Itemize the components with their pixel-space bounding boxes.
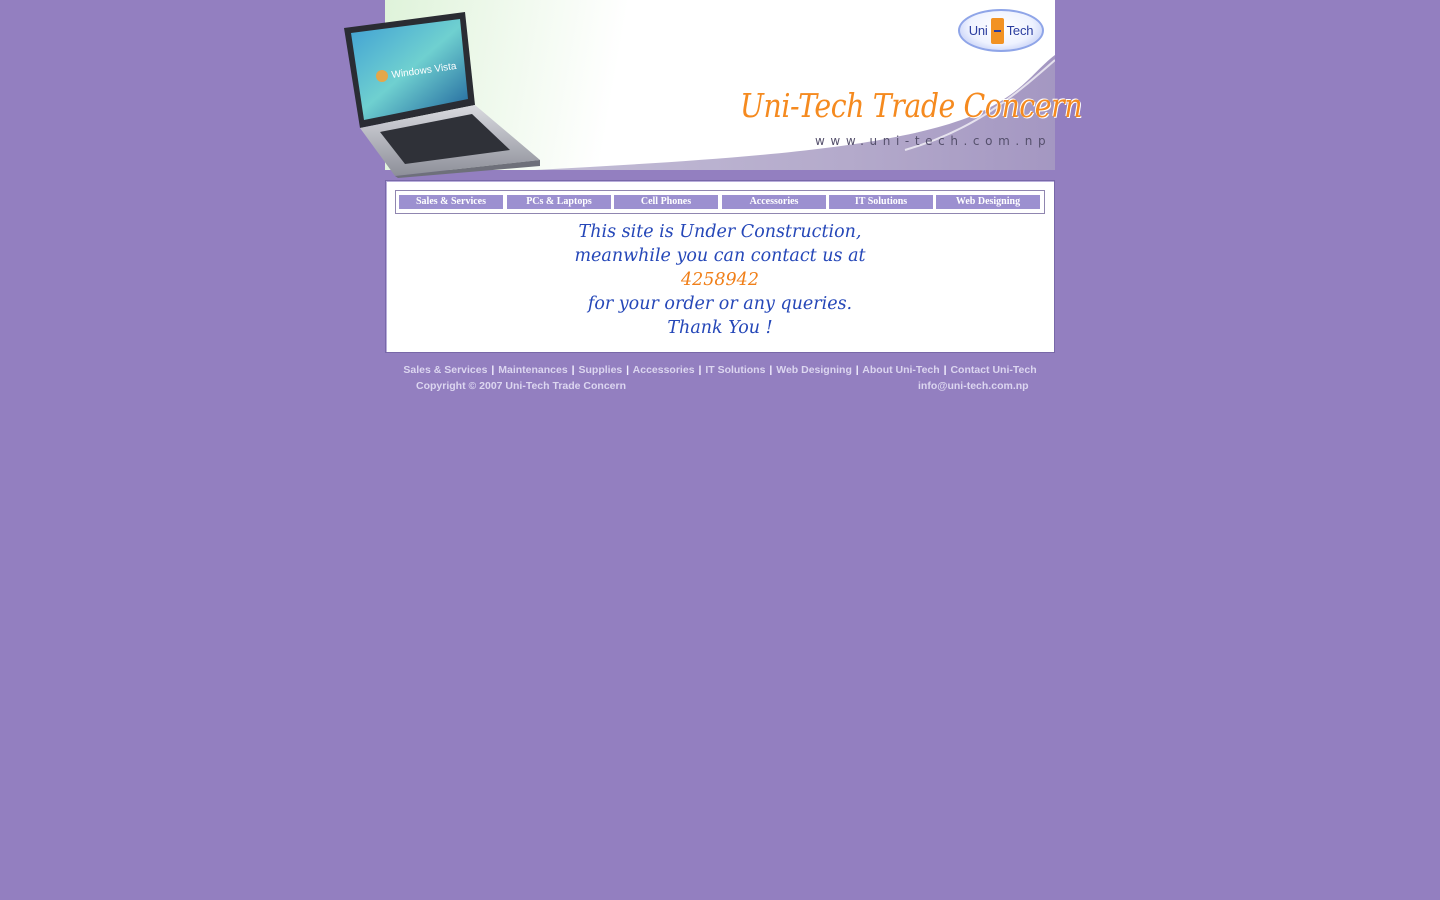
footer-link-web-designing[interactable]: Web Designing <box>776 364 852 376</box>
footer-separator: | <box>571 364 575 376</box>
logo-text-uni: Uni <box>968 23 988 38</box>
footer-link-it-solutions[interactable]: IT Solutions <box>705 364 765 376</box>
message-line-2: meanwhile you can contact us at <box>574 246 866 266</box>
uni-tech-logo[interactable]: Uni Tech <box>958 9 1044 52</box>
footer-separator: | <box>769 364 773 376</box>
footer-link-maintenances[interactable]: Maintenances <box>498 364 567 376</box>
under-construction-message: This site is Under Construction, meanwhi… <box>560 220 880 340</box>
nav-sales-services[interactable]: Sales & Services <box>399 195 503 209</box>
nav-cell-phones[interactable]: Cell Phones <box>614 195 718 209</box>
message-line-3: for your order or any queries. <box>587 294 853 314</box>
nav-web-designing[interactable]: Web Designing <box>936 195 1040 209</box>
footer-separator: | <box>943 364 947 376</box>
message-line-1: This site is Under Construction, <box>578 222 862 242</box>
footer-separator: | <box>698 364 702 376</box>
footer-link-about[interactable]: About Uni-Tech <box>862 364 939 376</box>
message-line-4: Thank You ! <box>667 318 773 338</box>
footer-separator: | <box>855 364 859 376</box>
footer-separator: | <box>491 364 495 376</box>
copyright-text: Copyright © 2007 Uni-Tech Trade Concern <box>416 380 626 392</box>
footer-link-supplies[interactable]: Supplies <box>578 364 622 376</box>
footer-link-contact[interactable]: Contact Uni-Tech <box>950 364 1036 376</box>
brand-url: www.uni-tech.com.np <box>815 134 1052 148</box>
footer-links: Sales & Services | Maintenances | Suppli… <box>385 364 1055 376</box>
nav-pcs-laptops[interactable]: PCs & Laptops <box>507 195 611 209</box>
laptop-image: Windows Vista <box>344 12 540 178</box>
brand-title: Uni-Tech Trade Concern <box>740 86 1083 125</box>
footer-separator: | <box>626 364 630 376</box>
logo-mark <box>990 17 1004 44</box>
email-link[interactable]: info@uni-tech.com.np <box>918 380 1029 392</box>
contact-phone: 4258942 <box>681 270 759 290</box>
footer-link-accessories[interactable]: Accessories <box>633 364 695 376</box>
nav-it-solutions[interactable]: IT Solutions <box>829 195 933 209</box>
footer-link-sales-services[interactable]: Sales & Services <box>403 364 487 376</box>
nav-accessories[interactable]: Accessories <box>722 195 826 209</box>
logo-text-tech: Tech <box>1006 23 1034 38</box>
